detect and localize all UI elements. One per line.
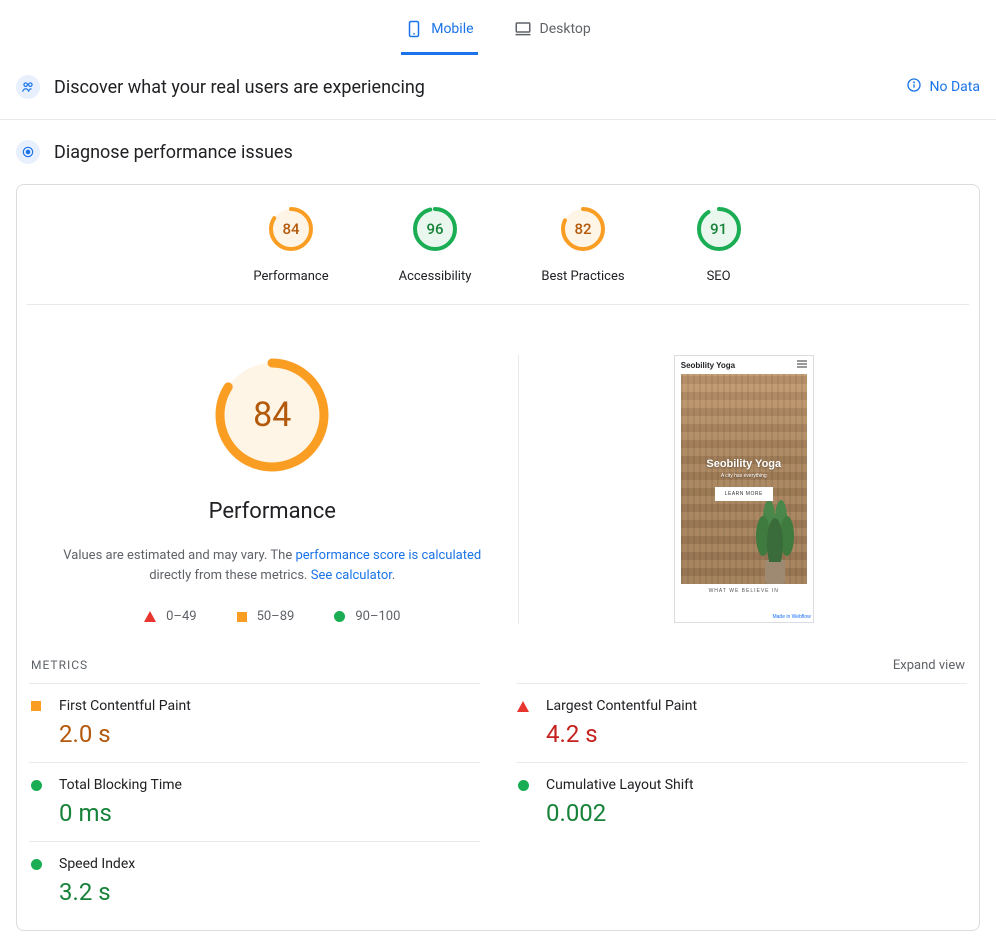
- diagnose-icon: [16, 140, 40, 164]
- thumb-hero-title: Seobility Yoga: [706, 458, 781, 470]
- mobile-icon: [405, 20, 423, 38]
- big-gauge-performance: 84: [212, 355, 332, 475]
- tab-mobile-label: Mobile: [431, 21, 473, 37]
- performance-detail: 84 Performance Values are estimated and …: [17, 305, 979, 648]
- thumb-hero-button: LEARN MORE: [715, 487, 773, 501]
- circle-green-icon: [31, 780, 42, 791]
- square-orange-icon: [237, 612, 247, 622]
- no-data-label: No Data: [930, 79, 980, 95]
- hamburger-icon: [797, 360, 807, 370]
- gauge-seo[interactable]: 91 SEO: [695, 205, 743, 284]
- gauge-accessibility-label: Accessibility: [399, 269, 472, 284]
- performance-description: Values are estimated and may vary. The p…: [62, 546, 482, 585]
- metrics-header: METRICS Expand view: [17, 648, 979, 683]
- device-tabs: Mobile Desktop: [0, 0, 996, 55]
- metric-cls-value: 0.002: [546, 799, 967, 827]
- diagnose-section-header: Diagnose performance issues: [0, 120, 996, 184]
- metric-lcp-value: 4.2 s: [546, 720, 967, 748]
- score-calc-link[interactable]: performance score is calculated: [295, 548, 481, 563]
- legend-red: 0–49: [144, 609, 196, 624]
- diagnose-title: Diagnose performance issues: [54, 142, 980, 163]
- see-calculator-link[interactable]: See calculator: [311, 568, 392, 583]
- metric-si-name: Speed Index: [59, 856, 480, 872]
- metric-tbt-value: 0 ms: [59, 799, 480, 827]
- legend-orange: 50–89: [237, 609, 295, 624]
- users-icon: [16, 75, 40, 99]
- score-legend: 0–49 50–89 90–100: [144, 609, 400, 624]
- expand-view-link[interactable]: Expand view: [893, 658, 965, 673]
- gauge-best-practices[interactable]: 82 Best Practices: [541, 205, 624, 284]
- gauge-best-practices-label: Best Practices: [541, 269, 624, 284]
- metric-si[interactable]: Speed Index 3.2 s: [29, 841, 480, 920]
- circle-green-icon: [334, 611, 345, 622]
- gauge-best-practices-score: 82: [559, 205, 607, 253]
- discover-title: Discover what your real users are experi…: [54, 77, 892, 98]
- metric-fcp-value: 2.0 s: [59, 720, 480, 748]
- big-gauge-score: 84: [212, 355, 332, 475]
- gauge-accessibility-score: 96: [411, 205, 459, 253]
- tab-mobile[interactable]: Mobile: [401, 12, 477, 55]
- thumb-footer: WHAT WE BELIEVE IN: [675, 588, 813, 594]
- gauge-seo-score: 91: [695, 205, 743, 253]
- circle-green-icon: [518, 780, 529, 791]
- metric-tbt[interactable]: Total Blocking Time 0 ms: [29, 762, 480, 841]
- gauge-performance[interactable]: 84 Performance: [253, 205, 328, 284]
- gauge-performance-label: Performance: [253, 269, 328, 284]
- info-icon: [906, 77, 922, 97]
- metric-si-value: 3.2 s: [59, 878, 480, 906]
- page-screenshot-thumbnail[interactable]: Seobility Yoga Seobility Yoga A city has…: [674, 355, 814, 623]
- metric-fcp-name: First Contentful Paint: [59, 698, 480, 714]
- gauges-row: 84 Performance 96 Accessibility 82: [27, 185, 969, 305]
- diagnose-panel: 84 Performance 96 Accessibility 82: [16, 184, 980, 931]
- metric-cls-name: Cumulative Layout Shift: [546, 777, 967, 793]
- desktop-icon: [514, 20, 532, 38]
- tab-desktop[interactable]: Desktop: [510, 12, 595, 55]
- metrics-grid: First Contentful Paint 2.0 s Largest Con…: [17, 683, 979, 930]
- thumb-webflow-badge: Made in Webflow: [772, 614, 810, 620]
- metric-tbt-name: Total Blocking Time: [59, 777, 480, 793]
- legend-green: 90–100: [334, 609, 400, 624]
- triangle-red-icon: [144, 611, 156, 622]
- square-orange-icon: [31, 701, 41, 711]
- thumb-brand: Seobility Yoga: [681, 361, 735, 370]
- thumb-hero-sub: A city has everything: [721, 473, 767, 479]
- gauge-seo-label: SEO: [707, 269, 731, 284]
- gauge-performance-score: 84: [267, 205, 315, 253]
- metrics-title: METRICS: [31, 658, 88, 672]
- plant-graphic: [753, 494, 797, 584]
- metric-fcp[interactable]: First Contentful Paint 2.0 s: [29, 683, 480, 762]
- tab-desktop-label: Desktop: [540, 21, 591, 37]
- metric-lcp-name: Largest Contentful Paint: [546, 698, 967, 714]
- triangle-red-icon: [517, 701, 529, 712]
- gauge-accessibility[interactable]: 96 Accessibility: [399, 205, 472, 284]
- metric-cls[interactable]: Cumulative Layout Shift 0.002: [516, 762, 967, 841]
- no-data-link[interactable]: No Data: [906, 77, 980, 97]
- circle-green-icon: [31, 859, 42, 870]
- performance-title: Performance: [209, 499, 336, 524]
- metric-lcp[interactable]: Largest Contentful Paint 4.2 s: [516, 683, 967, 762]
- discover-section-header: Discover what your real users are experi…: [0, 55, 996, 120]
